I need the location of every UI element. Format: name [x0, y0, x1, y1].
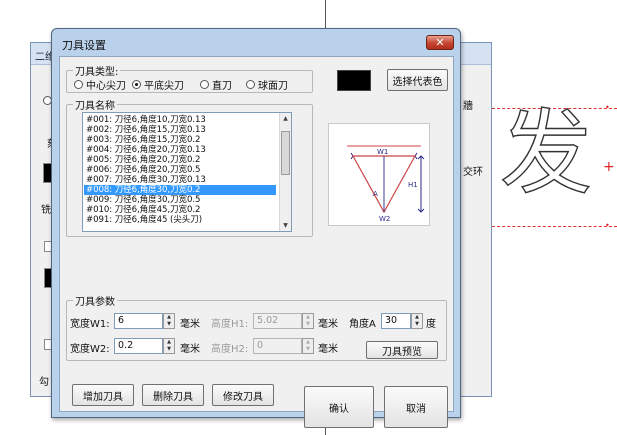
- diagram-label-h1: H1: [408, 181, 418, 189]
- radio-label: 中心尖刀: [86, 81, 126, 92]
- spin-down-icon[interactable]: ▼: [412, 321, 422, 328]
- radio-center-tip[interactable]: 中心尖刀: [74, 77, 126, 92]
- close-button[interactable]: ✕: [426, 35, 454, 50]
- spin-up-icon: ▲: [306, 314, 310, 320]
- spin-down-icon[interactable]: ▼: [164, 321, 174, 328]
- add-tool-button[interactable]: 增加刀具: [72, 384, 134, 406]
- radio-label: 直刀: [212, 81, 232, 92]
- tool-shape-diagram: W1 H1 A W2: [347, 145, 425, 223]
- tool-settings-dialog: 刀具设置 ✕ 刀具类型: 中心尖刀 平底尖刀 直刀 球面刀 选择代表色 刀具名称: [51, 28, 461, 428]
- width2-spinner[interactable]: ▲ ▼: [163, 338, 175, 354]
- tool-color-swatch: [337, 70, 371, 91]
- radio-flat-tip[interactable]: 平底尖刀: [132, 77, 184, 92]
- canvas-plus-marker: +: [603, 159, 615, 175]
- angle-unit: 度: [426, 319, 436, 330]
- radio-dot-icon: [74, 80, 83, 89]
- radio-straight[interactable]: 直刀: [200, 77, 232, 92]
- tool-params-legend: 刀具参数: [75, 297, 115, 308]
- list-item-selected[interactable]: #008: 刀径6,角度30,刀宽0.2: [84, 185, 276, 195]
- height1-spinner: ▲ ▼: [302, 313, 314, 329]
- width2-input[interactable]: 0.2: [114, 338, 163, 354]
- radio-ball[interactable]: 球面刀: [246, 77, 288, 92]
- canvas-guide-bottom: [492, 226, 617, 227]
- radio-label: 平底尖刀: [144, 81, 184, 92]
- radio-label: 球面刀: [258, 81, 288, 92]
- choose-color-button[interactable]: 选择代表色: [387, 69, 448, 91]
- diagram-label-w1: W1: [377, 148, 388, 156]
- width1-label: 宽度W1:: [70, 319, 110, 330]
- scroll-thumb[interactable]: [281, 131, 290, 175]
- width1-spinner[interactable]: ▲ ▼: [163, 313, 175, 329]
- background-label-right-2: 交环: [463, 167, 483, 178]
- radio-dot-icon: [200, 80, 209, 89]
- spin-up-icon[interactable]: ▲: [412, 314, 422, 321]
- height2-unit: 毫米: [318, 344, 338, 355]
- spin-down-icon[interactable]: ▼: [164, 346, 174, 353]
- width1-unit: 毫米: [180, 319, 200, 330]
- list-item[interactable]: #010: 刀径6,角度45,刀宽0.2: [86, 205, 200, 215]
- angle-spinner[interactable]: ▲ ▼: [411, 313, 423, 329]
- height2-spinner: ▲ ▼: [302, 338, 314, 354]
- list-item[interactable]: #007: 刀径6,角度30,刀宽0.13: [86, 175, 206, 185]
- canvas-axis-line-top: [325, 0, 326, 28]
- tool-preview-panel: W1 H1 A W2: [328, 123, 430, 226]
- background-label-right-1: 牆: [463, 101, 473, 112]
- spin-up-icon: ▲: [306, 339, 310, 345]
- diagram-label-w2: W2: [379, 215, 390, 223]
- list-item[interactable]: #005: 刀径6,角度20,刀宽0.2: [86, 155, 200, 165]
- list-item[interactable]: #004: 刀径6,角度20,刀宽0.13: [86, 145, 206, 155]
- background-label-4: 勾: [39, 377, 49, 388]
- canvas-outline-glyph[interactable]: 发: [499, 107, 592, 200]
- canvas-marker-small-2: •: [605, 221, 610, 230]
- tool-type-legend: 刀具类型:: [75, 67, 119, 78]
- height1-label: 高度H1:: [211, 319, 249, 330]
- list-item[interactable]: #091: 刀径6,角度45 (尖头刀): [86, 215, 202, 225]
- list-item[interactable]: #009: 刀径6,角度30,刀宽0.5: [86, 195, 200, 205]
- spin-down-icon: ▼: [306, 346, 310, 352]
- list-item[interactable]: #003: 刀径6,角度15,刀宽0.2: [86, 135, 200, 145]
- height1-unit: 毫米: [318, 319, 338, 330]
- spin-up-icon[interactable]: ▲: [164, 314, 174, 321]
- width2-label: 宽度W2:: [70, 344, 110, 355]
- radio-dot-selected-icon: [132, 80, 141, 89]
- canvas-marker-small: •: [605, 103, 610, 112]
- delete-tool-button[interactable]: 删除刀具: [142, 384, 204, 406]
- tool-name-legend: 刀具名称: [75, 101, 115, 112]
- angle-input[interactable]: 30: [381, 313, 411, 329]
- angle-label: 角度A: [349, 319, 376, 330]
- modify-tool-button[interactable]: 修改刀具: [212, 384, 274, 406]
- diagram-label-a: A: [373, 190, 378, 198]
- tool-listbox[interactable]: #001: 刀径6,角度10,刀宽0.13 #002: 刀径6,角度15,刀宽0…: [82, 112, 292, 232]
- height1-input: 5.02: [253, 313, 302, 329]
- dialog-client-area: 刀具类型: 中心尖刀 平底尖刀 直刀 球面刀 选择代表色 刀具名称 #001: …: [59, 56, 454, 428]
- width1-input[interactable]: 6: [114, 313, 163, 329]
- background-label-3: 铣: [41, 205, 51, 216]
- spin-down-icon: ▼: [306, 321, 310, 327]
- scroll-up-icon[interactable]: ▲: [280, 113, 291, 124]
- list-item[interactable]: #002: 刀径6,角度15,刀宽0.13: [86, 125, 206, 135]
- ok-button[interactable]: 确认: [304, 386, 374, 428]
- dialog-title: 刀具设置: [62, 39, 106, 52]
- list-scrollbar[interactable]: ▲ ▼: [279, 113, 291, 231]
- tool-preview-button[interactable]: 刀具预览: [366, 341, 438, 359]
- height2-label: 高度H2:: [211, 344, 249, 355]
- spin-up-icon[interactable]: ▲: [164, 339, 174, 346]
- radio-dot-icon: [246, 80, 255, 89]
- list-item[interactable]: #001: 刀径6,角度10,刀宽0.13: [86, 115, 206, 125]
- height2-input: 0: [253, 338, 302, 354]
- cancel-button[interactable]: 取消: [384, 386, 448, 428]
- scroll-down-icon[interactable]: ▼: [280, 220, 291, 231]
- list-item[interactable]: #006: 刀径6,角度20,刀宽0.5: [86, 165, 200, 175]
- width2-unit: 毫米: [180, 344, 200, 355]
